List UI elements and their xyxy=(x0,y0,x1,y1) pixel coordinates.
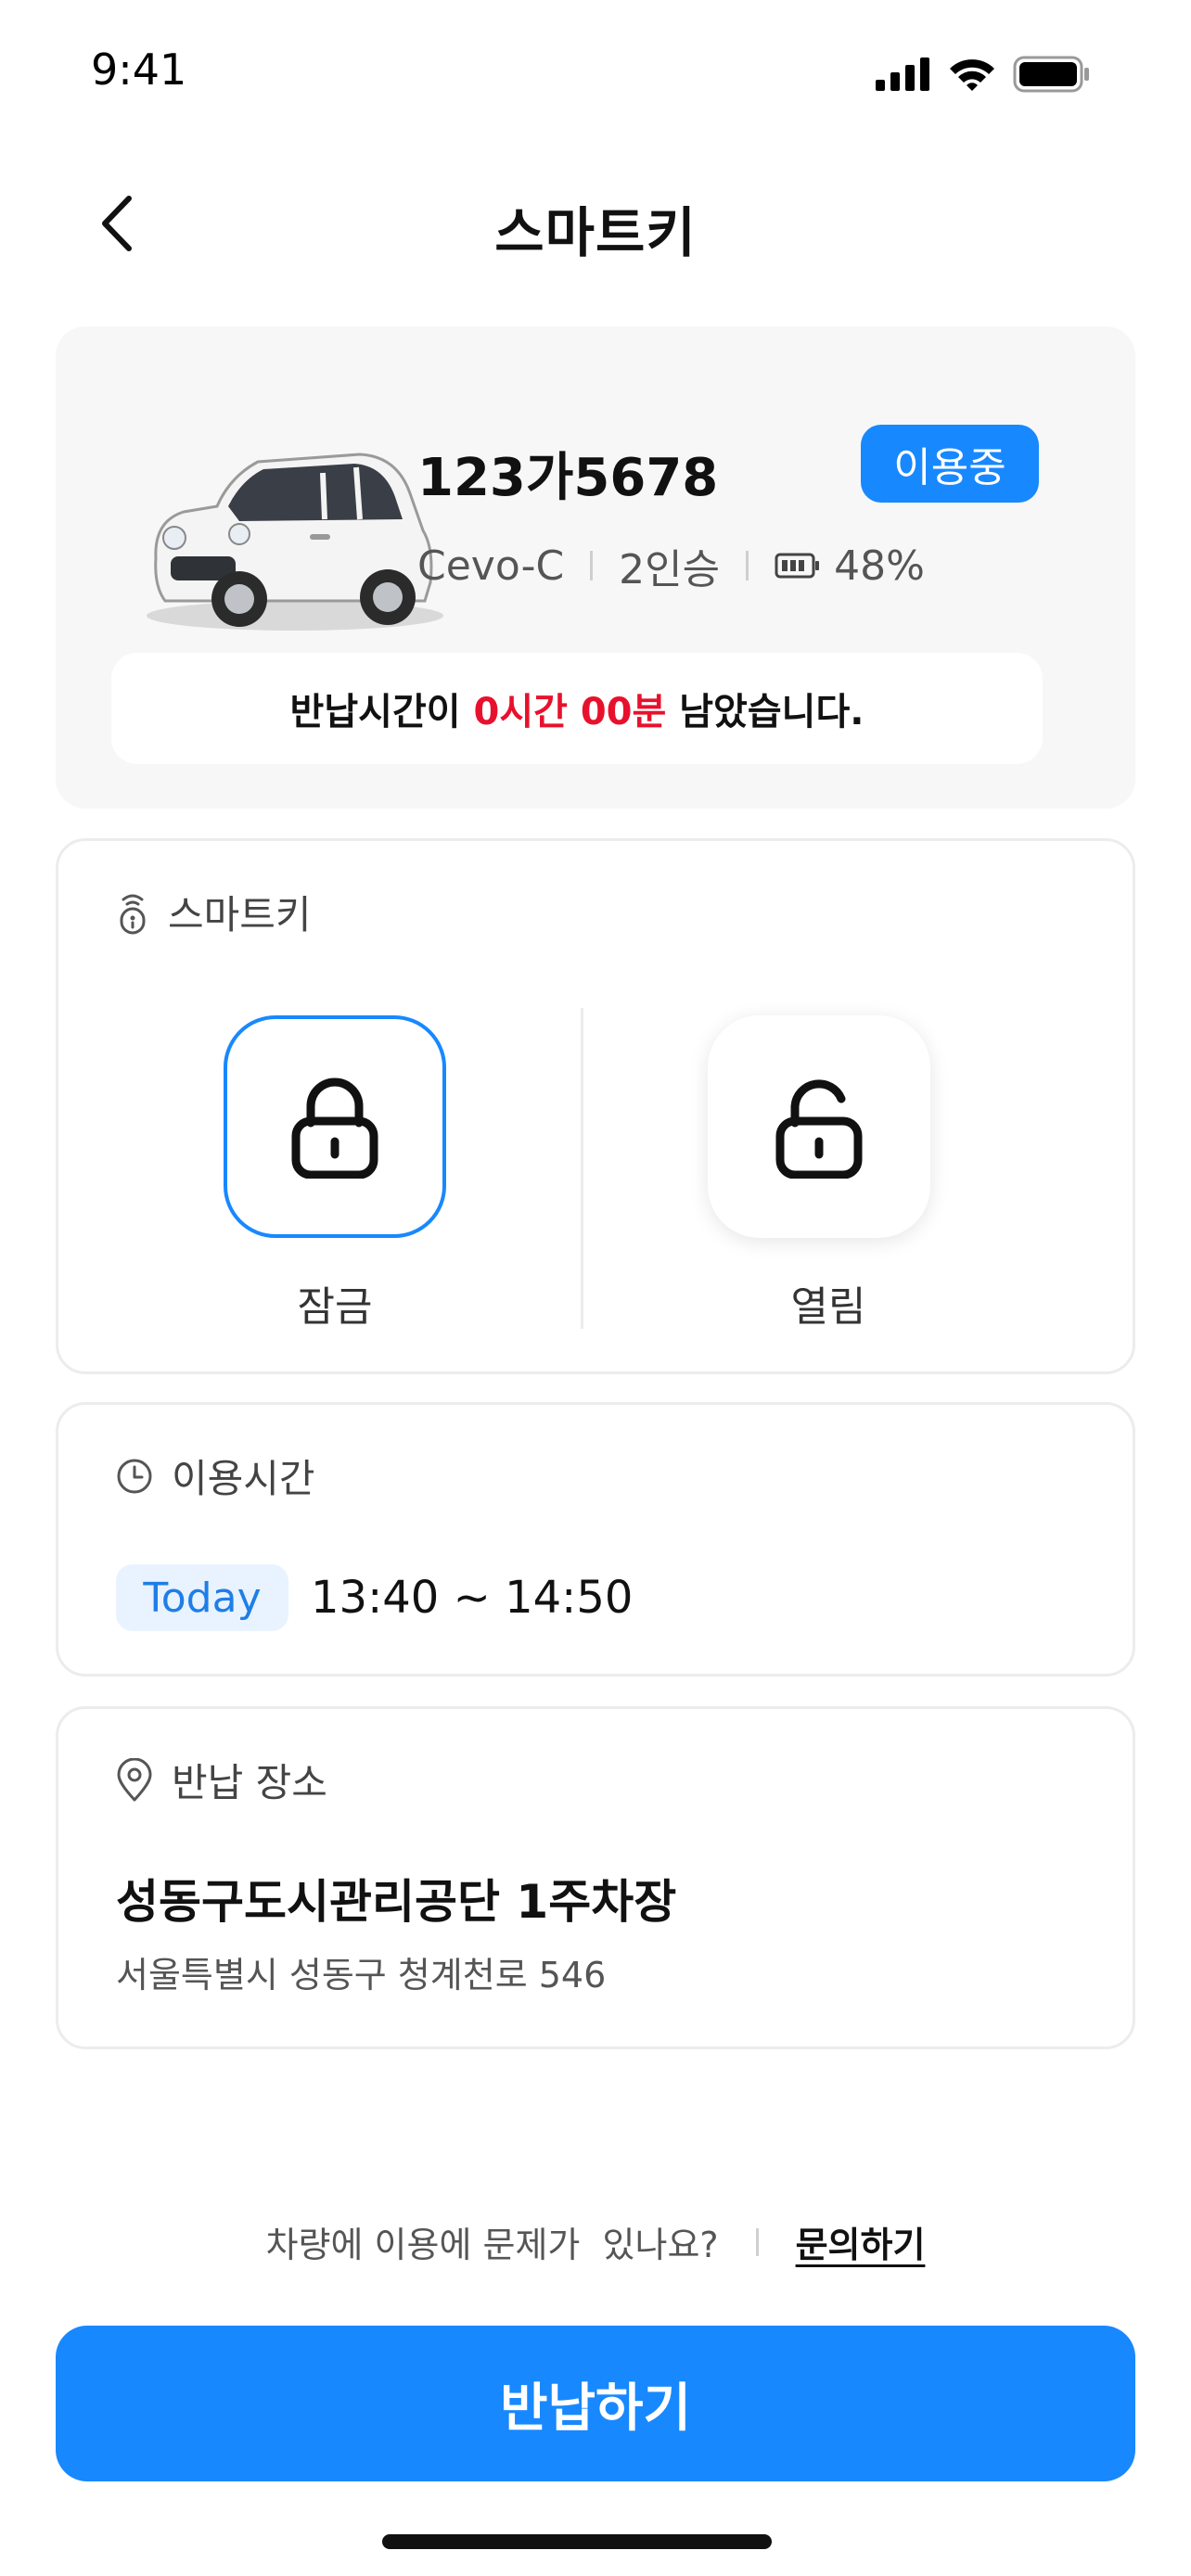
return-place-address: 서울특별시 성동구 청계천로 546 xyxy=(116,1955,607,1996)
smartkey-header: 스마트키 xyxy=(116,884,312,940)
vehicle-plate: 123가5678 xyxy=(417,448,719,508)
remote-key-icon xyxy=(120,894,146,934)
notice-suffix: 남았습니다. xyxy=(666,691,864,733)
battery-percent: 48% xyxy=(834,542,925,590)
inquiry-row: 차량에 이용에 문제가 있나요? 문의하기 xyxy=(0,2216,1191,2267)
location-pin-icon xyxy=(117,1757,152,1801)
return-place-title: 반납 장소 xyxy=(172,1760,327,1805)
lock-button[interactable] xyxy=(224,1015,446,1238)
cellular-signal-icon xyxy=(876,57,929,91)
inquiry-divider xyxy=(755,2227,759,2256)
return-time-notice: 반납시간이 0시간 00분 남았습니다. xyxy=(111,653,1043,764)
wifi-icon xyxy=(950,59,994,91)
today-tag: Today xyxy=(116,1564,288,1631)
return-place-card: 반납 장소 성동구도시관리공단 1주차장 서울특별시 성동구 청계천로 546 xyxy=(56,1706,1135,2049)
usage-time-range: 13:40 ~ 14:50 xyxy=(311,1572,634,1624)
lock-label: 잠금 xyxy=(297,1283,373,1331)
inquiry-link[interactable]: 문의하기 xyxy=(796,2216,926,2267)
vehicle-battery: 48% xyxy=(775,542,925,590)
return-place-header: 반납 장소 xyxy=(116,1752,327,1808)
return-place-name: 성동구도시관리공단 1주차장 xyxy=(116,1875,677,1929)
car-image xyxy=(147,453,443,631)
unlock-label: 열림 xyxy=(790,1283,866,1331)
home-indicator xyxy=(382,2534,772,2549)
usage-time-card: 이용시간 Today 13:40 ~ 14:50 xyxy=(56,1402,1135,1677)
clock-icon xyxy=(117,1459,152,1493)
status-icons xyxy=(876,56,1091,93)
meta-divider xyxy=(590,551,594,580)
unlock-icon xyxy=(775,1079,863,1179)
status-badge: 이용중 xyxy=(861,425,1039,503)
battery-level-icon xyxy=(775,553,820,579)
vehicle-meta: Cevo-C 2인승 48% xyxy=(417,536,925,595)
vehicle-seats: 2인승 xyxy=(619,546,721,593)
usage-time-title: 이용시간 xyxy=(172,1456,315,1501)
header: 스마트키 xyxy=(0,167,1191,278)
notice-prefix: 반납시간이 xyxy=(289,691,474,733)
smartkey-title: 스마트키 xyxy=(168,892,312,937)
usage-time-header: 이용시간 xyxy=(116,1447,315,1504)
battery-icon xyxy=(1013,56,1089,93)
status-bar: 9:41 xyxy=(0,0,1191,139)
lock-icon xyxy=(291,1078,378,1179)
notice-remaining-time: 0시간 00분 xyxy=(473,691,667,733)
smartkey-card: 스마트키 잠금 열림 xyxy=(56,838,1135,1374)
key-divider xyxy=(581,1008,583,1329)
return-button[interactable]: 반납하기 xyxy=(56,2326,1135,2481)
page-title: 스마트키 xyxy=(494,201,697,264)
vehicle-card: 123가5678 이용중 Cevo-C 2인승 48% 반납시간이 0시간 00… xyxy=(56,326,1135,809)
inquiry-question: 차량에 이용에 문제가 있나요? xyxy=(265,2225,719,2265)
vehicle-model: Cevo-C xyxy=(417,542,565,590)
meta-divider xyxy=(746,551,749,580)
unlock-button[interactable] xyxy=(708,1015,930,1238)
status-time: 9:41 xyxy=(91,45,187,95)
